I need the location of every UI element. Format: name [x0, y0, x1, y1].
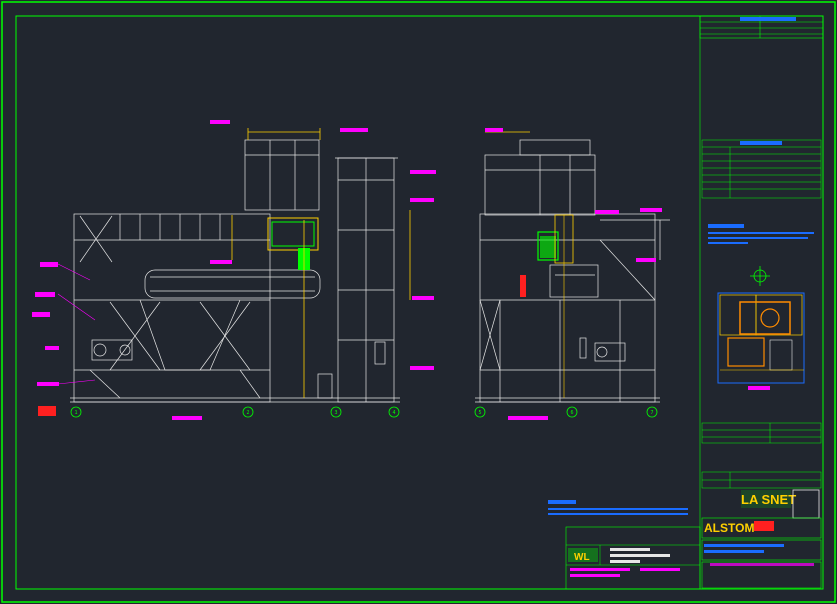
general-notes — [708, 224, 814, 244]
section-view-left[interactable] — [70, 139, 400, 403]
legend-table — [701, 139, 822, 199]
right-view-equipment — [485, 128, 662, 420]
section-view-right[interactable] — [475, 139, 670, 403]
cad-drawing-canvas[interactable]: 1 2 3 4 5 6 7 LA SNET ALSTOM WL — [0, 0, 837, 604]
revision-block — [701, 422, 822, 489]
svg-text:ALSTOM: ALSTOM — [704, 521, 754, 535]
col-label-6: 6 — [570, 410, 573, 416]
col-label-3: 3 — [334, 410, 337, 416]
svg-text:WL: WL — [574, 552, 590, 563]
col-label-4: 4 — [392, 410, 395, 416]
svg-text:LA SNET: LA SNET — [741, 492, 796, 507]
col-label-2: 2 — [246, 410, 249, 416]
right-column-markers — [474, 406, 658, 418]
left-view-equipment — [231, 128, 411, 398]
sheet-frame-inner — [15, 15, 824, 590]
crosshair-icon — [750, 266, 770, 286]
col-label-7: 7 — [650, 410, 653, 416]
revision-header — [740, 17, 796, 21]
title-block[interactable]: WL — [548, 500, 701, 590]
sheet-frame-outer — [1, 1, 836, 603]
col-label-1: 1 — [74, 410, 77, 416]
col-label-5: 5 — [478, 410, 481, 416]
legend-header — [740, 141, 782, 145]
left-column-markers — [70, 406, 400, 418]
company-logo: LA SNET ALSTOM — [701, 489, 822, 589]
key-plan[interactable] — [717, 292, 805, 390]
